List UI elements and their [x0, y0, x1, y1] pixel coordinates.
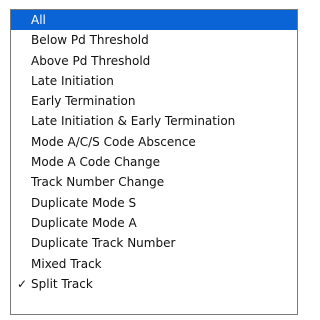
menu-item-label: All: [31, 13, 46, 27]
menu-item-above-pd-threshold[interactable]: Above Pd Threshold: [11, 51, 297, 71]
dropdown-menu: All Below Pd Threshold Above Pd Threshol…: [10, 9, 298, 315]
menu-item-mode-acs-code-abscence[interactable]: Mode A/C/S Code Abscence: [11, 132, 297, 152]
menu-item-label: Mode A Code Change: [31, 155, 161, 170]
menu-item-late-initiation[interactable]: Late Initiation: [11, 71, 297, 91]
menu-item-duplicate-track-number[interactable]: Duplicate Track Number: [11, 233, 297, 253]
menu-item-label: Mode A/C/S Code Abscence: [31, 134, 196, 149]
menu-item-split-track[interactable]: ✓ Split Track: [11, 274, 297, 294]
menu-item-label: Duplicate Mode S: [31, 195, 137, 210]
menu-item-label: Late Initiation & Early Termination: [31, 114, 236, 129]
menu-item-label: Split Track: [31, 276, 93, 291]
menu-item-mode-a-code-change[interactable]: Mode A Code Change: [11, 152, 297, 172]
menu-item-duplicate-mode-a[interactable]: Duplicate Mode A: [11, 213, 297, 233]
menu-item-late-initiation-early-termination[interactable]: Late Initiation & Early Termination: [11, 111, 297, 131]
menu-item-duplicate-mode-s[interactable]: Duplicate Mode S: [11, 193, 297, 213]
menu-item-label: Duplicate Track Number: [31, 236, 176, 251]
menu-item-all[interactable]: All: [11, 10, 297, 31]
menu-item-label: Duplicate Mode A: [31, 215, 137, 230]
menu-item-track-number-change[interactable]: Track Number Change: [11, 172, 297, 192]
menu-item-below-pd-threshold[interactable]: Below Pd Threshold: [11, 30, 297, 50]
menu-item-label: Below Pd Threshold: [31, 33, 149, 48]
menu-item-label: Early Termination: [31, 94, 136, 109]
check-icon: ✓: [16, 276, 28, 291]
menu-item-label: Above Pd Threshold: [31, 53, 151, 68]
menu-item-label: Late Initiation: [31, 73, 114, 88]
menu-item-label: Mixed Track: [31, 256, 102, 271]
menu-item-label: Track Number Change: [31, 175, 165, 190]
menu-item-mixed-track[interactable]: Mixed Track: [11, 254, 297, 274]
menu-item-early-termination[interactable]: Early Termination: [11, 91, 297, 111]
